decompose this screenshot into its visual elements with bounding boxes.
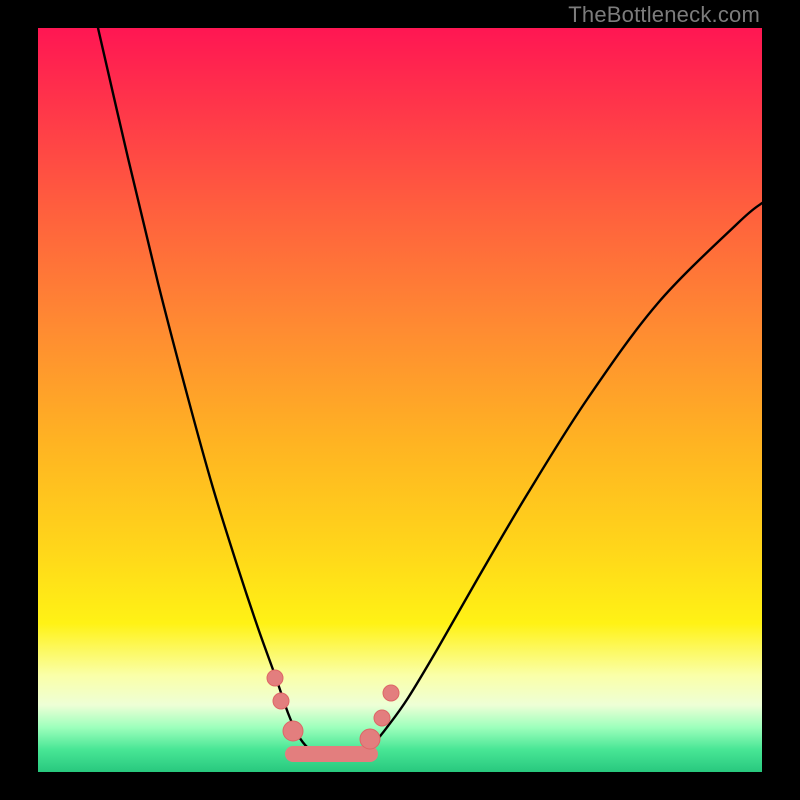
bottleneck-curve: [38, 28, 762, 772]
chart-area: [38, 28, 762, 772]
marker-dot: [273, 693, 289, 709]
marker-dot: [360, 729, 380, 749]
marker-dot: [283, 721, 303, 741]
marker-dot: [383, 685, 399, 701]
watermark-text: TheBottleneck.com: [568, 2, 760, 28]
marker-dot: [374, 710, 390, 726]
marker-dot: [267, 670, 283, 686]
